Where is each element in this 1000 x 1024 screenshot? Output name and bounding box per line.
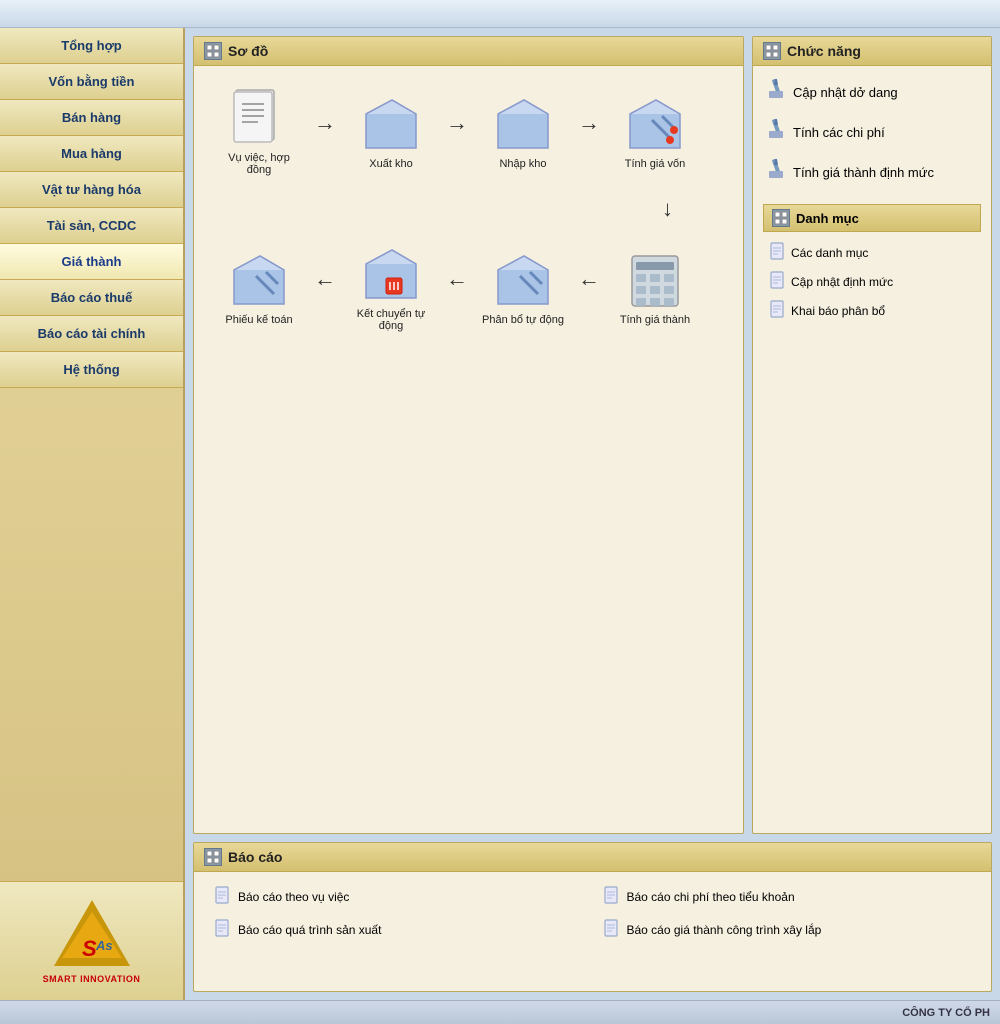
flow-item-tinh-gia-thanh[interactable]: Tính giá thành [610,248,700,326]
sidebar-item-mua-hang[interactable]: Mua hàng [0,136,183,172]
flow-label-ket-chuyen: Kết chuyển tựđộng [357,308,426,332]
danh-muc-doc-icon-1 [769,242,785,263]
so-do-panel: Sơ đồ [193,36,744,834]
danh-muc-section: Danh mục Các danh mụ [763,204,981,325]
chuc-nang-header: Chức năng [753,37,991,66]
bao-cao-label-3: Báo cáo quá trình sản xuất [238,923,381,937]
bottom-bar: CÔNG TY CỔ PH [0,1000,1000,1024]
flow-row-1: Vụ việc, hợpđồng → Xuất kho → [204,86,733,176]
tool-icon-3 [767,159,785,185]
arrow-2: → [446,110,468,136]
svg-text:As: As [95,938,113,953]
chuc-nang-label-3: Tính giá thành định mức [793,165,934,180]
sidebar-logo: S As SMART INNOVATION [0,881,183,1000]
arrow-r2-1: → [578,266,600,292]
tool-icon-2 [767,119,785,145]
danh-muc-doc-icon-3 [769,300,785,321]
arrow-1: → [314,110,336,136]
top-panels: Sơ đồ [193,36,992,834]
flow-label-nhap-kho: Nhập kho [499,158,546,170]
flow-label-tinh-gia-von: Tính giá vốn [625,158,686,170]
chuc-nang-panel: Chức năng Cập nhật dở dang [752,36,992,834]
flow-row-2: Tính giá thành → Phân bổ tự động [204,242,733,332]
tool-icon-1 [767,79,785,105]
top-bar [0,0,1000,28]
flow-item-ket-chuyen[interactable]: Kết chuyển tựđộng [346,242,436,332]
flow-item-vu-viec[interactable]: Vụ việc, hợpđồng [214,86,304,176]
bao-cao-header: Báo cáo [194,843,991,872]
arrow-r2-2: → [446,266,468,292]
flow-label-xuat-kho: Xuất kho [369,158,412,170]
bao-cao-title: Báo cáo [228,849,282,865]
bao-cao-header-icon [204,848,222,866]
danh-muc-label-3: Khai báo phân bổ [791,304,885,318]
logo-icon: S As [52,898,132,968]
bao-cao-panel: Báo cáo Báo cáo theo vụ việc [193,842,992,992]
so-do-content: Vụ việc, hợpđồng → Xuất kho → [194,66,743,342]
sidebar-item-von-bang-tien[interactable]: Vốn bằng tiền [0,64,183,100]
chuc-nang-label-1: Cập nhật dở dang [793,85,898,100]
chuc-nang-item-1[interactable]: Cập nhật dở dang [763,76,981,108]
danh-muc-label-2: Cập nhật định mức [791,275,893,289]
chuc-nang-header-icon [763,42,781,60]
arrow-3: → [578,110,600,136]
content-area: Sơ đồ [185,28,1000,1000]
bao-cao-doc-icon-3 [214,919,230,940]
chuc-nang-item-2[interactable]: Tính các chi phí [763,116,981,148]
danh-muc-header: Danh mục [763,204,981,232]
flow-label-phan-bo: Phân bổ tự động [482,314,564,326]
sidebar-item-he-thong[interactable]: Hệ thống [0,352,183,388]
flow-label-phieu-ke-toan: Phiếu kế toán [225,314,292,326]
flow-item-tinh-gia-von[interactable]: Tính giá vốn [610,92,700,170]
sidebar-item-vat-tu-hang-hoa[interactable]: Vật tư hàng hóa [0,172,183,208]
chuc-nang-item-3[interactable]: Tính giá thành định mức [763,156,981,188]
bao-cao-doc-icon-4 [603,919,619,940]
sidebar-item-gia-thanh[interactable]: Giá thành [0,244,183,280]
main-layout: Tổng hợpVốn bằng tiềnBán hàngMua hàngVật… [0,28,1000,1000]
flow-label-tinh-gia-thanh: Tính giá thành [620,314,690,326]
flow-label-vu-viec: Vụ việc, hợpđồng [228,152,290,176]
sidebar-item-bao-cao-thue[interactable]: Báo cáo thuế [0,280,183,316]
bao-cao-label-4: Báo cáo giá thành công trình xây lắp [627,923,822,937]
flow-item-xuat-kho[interactable]: Xuất kho [346,92,436,170]
sidebar-item-ban-hang[interactable]: Bán hàng [0,100,183,136]
danh-muc-icon [772,209,790,227]
bao-cao-item-2[interactable]: Báo cáo chi phí theo tiểu khoản [603,886,972,907]
bao-cao-content: Báo cáo theo vụ việc Báo cáo chi phí the… [194,872,991,954]
flow-item-nhap-kho[interactable]: Nhập kho [478,92,568,170]
logo-text: SMART INNOVATION [43,974,141,984]
bao-cao-label-2: Báo cáo chi phí theo tiểu khoản [627,890,795,904]
danh-muc-item-2[interactable]: Cập nhật định mức [763,267,981,296]
danh-muc-doc-icon-2 [769,271,785,292]
bao-cao-doc-icon-2 [603,886,619,907]
flow-item-phieu-ke-toan[interactable]: Phiếu kế toán [214,248,304,326]
danh-muc-title: Danh mục [796,211,859,226]
danh-muc-label-1: Các danh mục [791,246,868,260]
sidebar: Tổng hợpVốn bằng tiềnBán hàngMua hàngVật… [0,28,185,1000]
sidebar-item-tai-san-ccdc[interactable]: Tài sản, CCDC [0,208,183,244]
danh-muc-item-3[interactable]: Khai báo phân bổ [763,296,981,325]
bao-cao-item-3[interactable]: Báo cáo quá trình sản xuất [214,919,583,940]
sidebar-item-tong-hop[interactable]: Tổng hợp [0,28,183,64]
bao-cao-label-1: Báo cáo theo vụ việc [238,890,349,904]
flow-item-phan-bo[interactable]: Phân bổ tự động [478,248,568,326]
bao-cao-doc-icon-1 [214,886,230,907]
chuc-nang-label-2: Tính các chi phí [793,125,885,140]
sidebar-item-bao-cao-tai-chinh[interactable]: Báo cáo tài chính [0,316,183,352]
so-do-header-icon [204,42,222,60]
chuc-nang-content: Cập nhật dở dang Tính các chi phí [753,66,991,335]
chuc-nang-title: Chức năng [787,43,861,59]
bao-cao-item-1[interactable]: Báo cáo theo vụ việc [214,886,583,907]
arrow-r2-3: → [314,266,336,292]
company-text: CÔNG TY CỔ PH [902,1007,990,1019]
danh-muc-item-1[interactable]: Các danh mục [763,238,981,267]
bao-cao-item-4[interactable]: Báo cáo giá thành công trình xây lắp [603,919,972,940]
so-do-title: Sơ đồ [228,43,268,59]
svg-text:S: S [82,936,97,961]
so-do-header: Sơ đồ [194,37,743,66]
arrow-down: ↓ [204,196,733,222]
